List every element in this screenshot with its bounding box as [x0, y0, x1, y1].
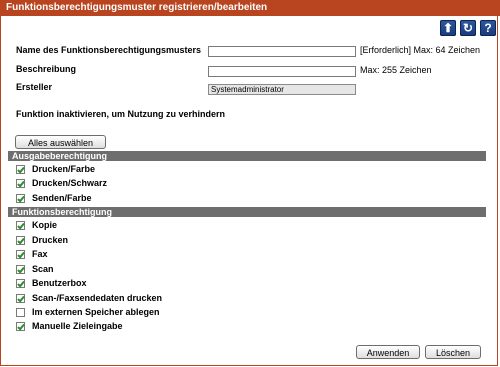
- list-item[interactable]: Drucken: [16, 234, 68, 246]
- checkbox-label: Manuelle Zieleingabe: [32, 321, 123, 331]
- checkbox[interactable]: [16, 264, 25, 274]
- checkbox-label: Benutzerbox: [32, 278, 87, 288]
- delete-button[interactable]: Löschen: [425, 345, 481, 359]
- checkbox-label: Kopie: [32, 220, 58, 230]
- select-all-button[interactable]: Alles auswählen: [15, 135, 106, 149]
- checkbox-label: Scan: [32, 264, 54, 274]
- name-hint: [Erforderlich] Max: 64 Zeichen: [360, 45, 481, 55]
- list-item[interactable]: Kopie: [16, 219, 57, 231]
- checkbox-label: Fax: [32, 249, 48, 259]
- name-label: Name des Funktionsberechtigungsmusters: [16, 45, 202, 55]
- checkbox[interactable]: [16, 307, 25, 317]
- list-item[interactable]: Drucken/Schwarz: [16, 177, 107, 189]
- checkbox[interactable]: [16, 193, 25, 203]
- apply-button[interactable]: Anwenden: [356, 345, 420, 359]
- refresh-icon[interactable]: ↻: [460, 20, 476, 36]
- list-item[interactable]: Scan-/Faxsendedaten drucken: [16, 292, 162, 304]
- arrow-up-icon[interactable]: ⬆: [440, 20, 456, 36]
- description-input[interactable]: [208, 66, 356, 77]
- window-title: Funktionsberechtigungsmuster registriere…: [0, 0, 500, 16]
- checkbox[interactable]: [16, 249, 25, 259]
- creator-label: Ersteller: [16, 82, 53, 92]
- checkbox-label: Im externen Speicher ablegen: [32, 307, 160, 317]
- list-item[interactable]: Senden/Farbe: [16, 192, 92, 204]
- list-item[interactable]: Drucken/Farbe: [16, 163, 95, 175]
- checkbox-label: Drucken: [32, 235, 69, 245]
- checkbox-label: Drucken/Schwarz: [32, 178, 108, 188]
- creator-field: Systemadministrator: [208, 84, 356, 95]
- section-output-permission: Ausgabeberechtigung: [8, 151, 486, 161]
- list-item[interactable]: Im externen Speicher ablegen: [16, 306, 160, 318]
- instruction-text: Funktion inaktivieren, um Nutzung zu ver…: [16, 109, 226, 119]
- checkbox[interactable]: [16, 321, 25, 331]
- checkbox[interactable]: [16, 235, 25, 245]
- list-item[interactable]: Scan: [16, 263, 54, 275]
- checkbox[interactable]: [16, 278, 25, 288]
- checkbox-label: Senden/Farbe: [32, 193, 92, 203]
- section-function-permission: Funktionsberechtigung: [8, 207, 486, 217]
- description-hint: Max: 255 Zeichen: [360, 65, 432, 75]
- help-icon[interactable]: ?: [480, 20, 496, 36]
- checkbox[interactable]: [16, 164, 25, 174]
- checkbox[interactable]: [16, 220, 25, 230]
- name-input[interactable]: [208, 46, 356, 57]
- list-item[interactable]: Fax: [16, 248, 48, 260]
- checkbox[interactable]: [16, 178, 25, 188]
- checkbox-label: Drucken/Farbe: [32, 164, 96, 174]
- list-item[interactable]: Manuelle Zieleingabe: [16, 320, 123, 332]
- checkbox-label: Scan-/Faxsendedaten drucken: [32, 293, 163, 303]
- list-item[interactable]: Benutzerbox: [16, 277, 87, 289]
- description-label: Beschreibung: [16, 64, 77, 74]
- checkbox[interactable]: [16, 293, 25, 303]
